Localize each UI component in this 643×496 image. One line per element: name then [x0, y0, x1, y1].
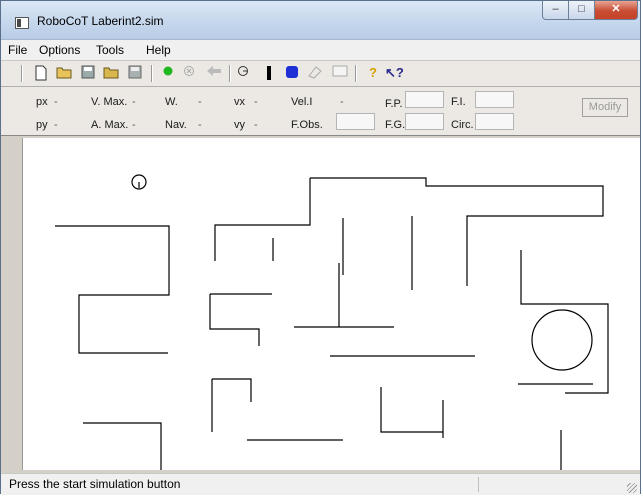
minimize-button[interactable]: – — [542, 1, 569, 20]
maximize-button[interactable]: □ — [568, 1, 595, 20]
param-label-px: px — [36, 96, 48, 108]
modify-button[interactable]: Modify — [582, 98, 628, 117]
param-label-py: py — [36, 119, 48, 131]
param-value-py: - — [54, 119, 58, 131]
app-window: RoboCoT Laberint2.sim – □ ✕ File Options… — [0, 0, 641, 495]
new-icon[interactable] — [33, 65, 49, 81]
maze-wall — [380, 387, 443, 433]
param-label-f-obs: F.Obs. — [291, 119, 323, 131]
parameters-panel: px - V. Max. - W. - vx - Vel.I - F.P. F.… — [1, 87, 640, 136]
status-bar: Press the start simulation button — [1, 473, 640, 495]
stop-icon[interactable] — [181, 65, 197, 81]
menu-options[interactable]: Options — [39, 43, 80, 57]
maze-wall — [209, 294, 260, 346]
help-icon[interactable]: ? — [365, 65, 381, 81]
param-label-vel-i: Vel.I — [291, 96, 313, 108]
obstacle-tool-icon[interactable] — [284, 65, 300, 81]
context-help-icon[interactable]: ↖? — [385, 65, 404, 81]
param-label-fg: F.G. — [385, 119, 406, 131]
param-field-fp[interactable] — [405, 91, 444, 108]
close-button[interactable]: ✕ — [594, 1, 638, 20]
status-separator — [478, 477, 479, 492]
param-field-fg[interactable] — [405, 113, 444, 130]
rectangle-tool-icon[interactable] — [332, 65, 348, 81]
toolbar: ? ↖? — [1, 61, 640, 87]
maze-wall — [212, 378, 252, 402]
save-as-icon[interactable] — [127, 65, 143, 81]
maze-wall — [520, 250, 609, 394]
param-label-nav: Nav. — [165, 119, 187, 131]
robot-icon[interactable] — [235, 65, 251, 81]
maze-wall — [55, 225, 170, 354]
param-label-vmax: V. Max. — [91, 96, 128, 108]
title-bar[interactable]: RoboCoT Laberint2.sim – □ ✕ — [1, 1, 640, 40]
param-value-vy: - — [254, 119, 258, 131]
open-icon[interactable] — [56, 65, 72, 81]
maze-wall — [310, 177, 604, 286]
toolbar-separator — [21, 65, 23, 82]
maze-wall — [214, 178, 311, 261]
param-value-w: - — [198, 96, 202, 108]
menu-help[interactable]: Help — [146, 43, 171, 57]
save-icon[interactable] — [80, 65, 96, 81]
window-title: RoboCoT Laberint2.sim — [37, 14, 164, 28]
menu-tools[interactable]: Tools — [96, 43, 124, 57]
param-label-vx: vx — [234, 96, 245, 108]
param-label-amax: A. Max. — [91, 119, 129, 131]
menu-bar: File Options Tools Help — [1, 40, 640, 61]
param-value-px: - — [54, 96, 58, 108]
maze-drawing — [55, 174, 609, 470]
status-message: Press the start simulation button — [9, 477, 181, 491]
param-value-vx: - — [254, 96, 258, 108]
round-obstacle — [531, 309, 593, 371]
param-label-w: W. — [165, 96, 178, 108]
param-label-fi: F.I. — [451, 96, 466, 108]
param-value-nav: - — [198, 119, 202, 131]
param-field-f-obs[interactable] — [336, 113, 375, 130]
param-label-vy: vy — [234, 119, 245, 131]
param-label-fp: F.P. — [385, 98, 403, 110]
toolbar-separator — [151, 65, 153, 82]
wall-tool-icon[interactable] — [261, 65, 277, 81]
app-icon[interactable] — [15, 17, 29, 29]
resize-grip[interactable] — [627, 483, 637, 493]
simulation-canvas[interactable] — [22, 138, 640, 470]
param-label-circ: Circ. — [451, 119, 474, 131]
toolbar-separator — [229, 65, 231, 82]
param-field-circ[interactable] — [475, 113, 514, 130]
param-value-vel-i: - — [340, 96, 344, 108]
start-icon[interactable] — [160, 65, 176, 81]
toolbar-separator — [355, 65, 357, 82]
menu-file[interactable]: File — [8, 43, 27, 57]
open-folder-icon[interactable] — [103, 65, 119, 81]
param-value-amax: - — [132, 119, 136, 131]
maze-wall — [83, 422, 162, 470]
eraser-icon[interactable] — [307, 65, 323, 81]
param-value-vmax: - — [132, 96, 136, 108]
back-icon[interactable] — [206, 65, 222, 81]
param-field-fi[interactable] — [475, 91, 514, 108]
